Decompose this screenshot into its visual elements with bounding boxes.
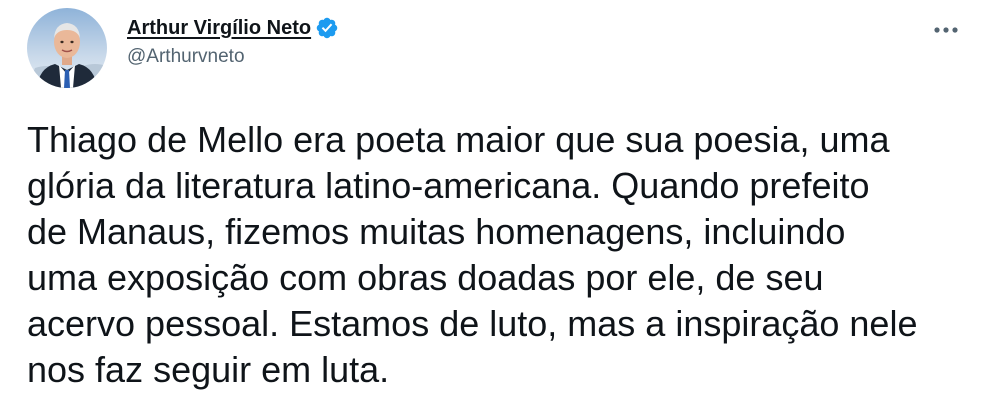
handle[interactable]: @Arthurvneto: [127, 46, 339, 68]
more-options-button[interactable]: [926, 14, 966, 46]
author-block: Arthur Virgílio Neto @Arthurvneto: [127, 14, 339, 68]
tweet-card: Arthur Virgílio Neto @Arthurvneto Thiago…: [0, 0, 984, 411]
more-horizontal-icon: [934, 27, 958, 33]
display-name[interactable]: Arthur Virgílio Neto: [127, 17, 311, 40]
tweet-text: Thiago de Mello era poeta maior que sua …: [27, 119, 918, 390]
profile-photo-icon: [27, 8, 107, 88]
verified-badge-icon: [315, 16, 339, 40]
name-row: Arthur Virgílio Neto: [127, 14, 339, 42]
avatar[interactable]: [27, 8, 107, 88]
